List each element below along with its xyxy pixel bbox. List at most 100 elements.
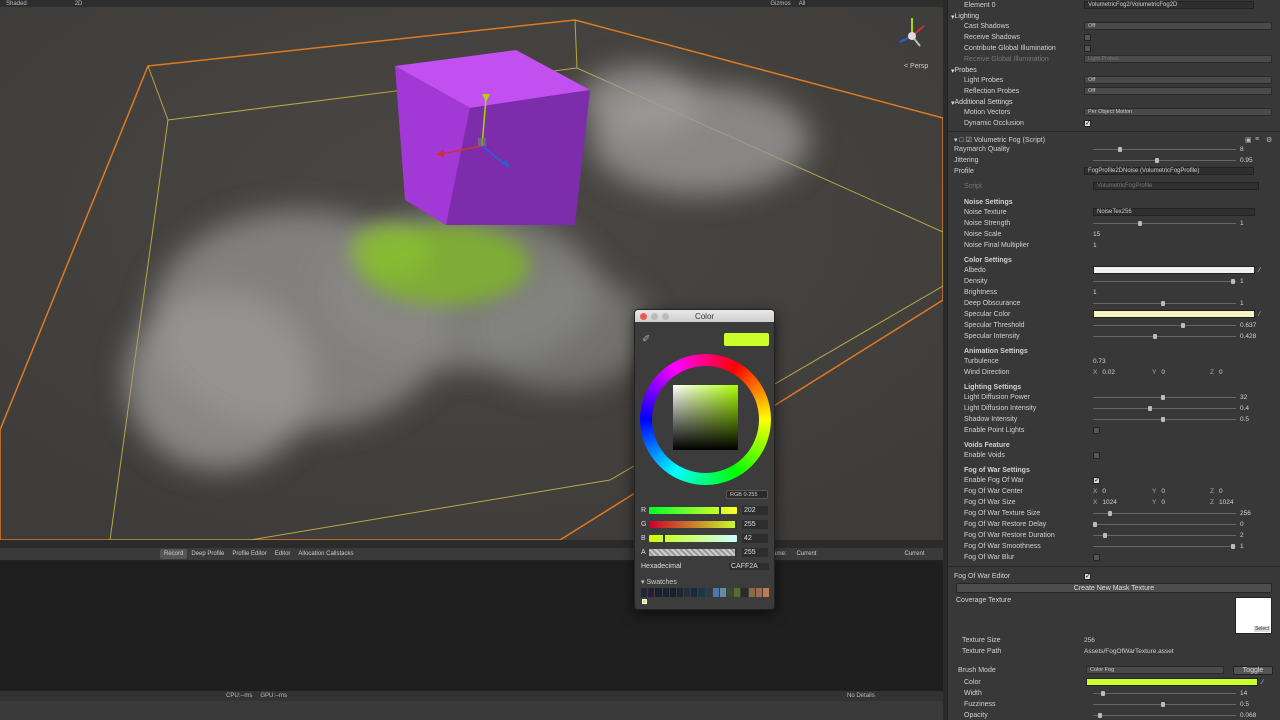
profiler-graph[interactable] xyxy=(0,561,943,691)
fow-center-y[interactable]: 0 xyxy=(1161,488,1165,495)
diffusion-power-slider[interactable] xyxy=(1093,395,1236,400)
shadow-intensity-value[interactable]: 0.5 xyxy=(1240,416,1249,423)
brush-eyedropper-icon[interactable]: ∕ xyxy=(1262,679,1263,686)
diffusion-power-value[interactable]: 32 xyxy=(1240,394,1247,401)
channel-b-value[interactable]: 42 xyxy=(742,533,768,543)
color-picker-window[interactable]: Color ✐ RGB 0-255 R 202 G 255 B 42 A 255… xyxy=(634,309,775,610)
raymarch-quality-slider[interactable] xyxy=(1093,147,1236,152)
swatches-label[interactable]: ▾ Swatches xyxy=(641,578,677,586)
fow-smoothness-slider[interactable] xyxy=(1093,544,1236,549)
brightness-value[interactable]: 1 xyxy=(1093,289,1097,296)
channel-g-value[interactable]: 255 xyxy=(742,519,768,529)
saturation-value-box[interactable] xyxy=(673,385,738,450)
specular-color-field[interactable] xyxy=(1093,310,1255,318)
brush-width-slider[interactable] xyxy=(1093,691,1236,696)
shading-mode-dropdown[interactable]: Shaded xyxy=(6,1,27,7)
mode-2d-toggle[interactable]: 2D xyxy=(75,1,83,7)
fow-size-x[interactable]: 1024 xyxy=(1102,499,1116,506)
diffusion-intensity-value[interactable]: 0.4 xyxy=(1240,405,1249,412)
fow-restore-duration-value[interactable]: 2 xyxy=(1240,532,1244,539)
fow-texture-size-value[interactable]: 256 xyxy=(1240,510,1251,517)
motion-vectors-dropdown[interactable]: Per Object Motion xyxy=(1084,108,1272,116)
create-mask-texture-button[interactable]: Create New Mask Texture xyxy=(956,583,1272,593)
specular-intensity-slider[interactable] xyxy=(1093,334,1236,339)
jittering-value[interactable]: 0.95 xyxy=(1240,157,1253,164)
deep-profile-button[interactable]: Deep Profile xyxy=(187,549,228,559)
albedo-color-field[interactable] xyxy=(1093,266,1255,274)
point-lights-checkbox[interactable] xyxy=(1093,427,1100,434)
diffusion-intensity-slider[interactable] xyxy=(1093,406,1236,411)
channel-a-slider[interactable] xyxy=(649,547,737,557)
current-swatch[interactable] xyxy=(642,599,647,604)
enable-voids-checkbox[interactable] xyxy=(1093,452,1100,459)
script-preset-icon[interactable]: ≡ xyxy=(1255,136,1259,143)
toggle-button[interactable]: Toggle xyxy=(1233,666,1273,675)
fow-editor-checkbox[interactable]: ✓ xyxy=(1084,573,1091,580)
noise-final-mult-value[interactable]: 1 xyxy=(1093,242,1097,249)
channel-r-value[interactable]: 202 xyxy=(742,505,768,515)
specular-threshold-slider[interactable] xyxy=(1093,323,1236,328)
receive-shadows-checkbox[interactable] xyxy=(1084,34,1091,41)
specular-threshold-value[interactable]: 0.637 xyxy=(1240,322,1256,329)
brush-opacity-slider[interactable] xyxy=(1093,713,1236,718)
record-button[interactable]: Record xyxy=(160,549,188,559)
script-help-icon[interactable]: ▣ xyxy=(1245,136,1252,144)
deep-obscurance-slider[interactable] xyxy=(1093,301,1236,306)
script-gear-icon[interactable]: ⚙ xyxy=(1266,136,1272,144)
fow-smoothness-value[interactable]: 1 xyxy=(1240,543,1244,550)
reflection-probes-dropdown[interactable]: Off xyxy=(1084,87,1272,95)
channel-a-value[interactable]: 255 xyxy=(742,547,768,557)
density-value[interactable]: 1 xyxy=(1240,278,1244,285)
noise-texture-field[interactable]: NoiseTex256 xyxy=(1093,208,1255,216)
noise-strength-slider[interactable] xyxy=(1093,221,1236,226)
shadow-intensity-slider[interactable] xyxy=(1093,417,1236,422)
noise-strength-value[interactable]: 1 xyxy=(1240,220,1244,227)
hex-input[interactable]: CAFF2A xyxy=(729,563,769,570)
editor-dropdown[interactable]: Editor xyxy=(271,549,295,559)
fow-center-x[interactable]: 0 xyxy=(1102,488,1106,495)
swatches-row[interactable] xyxy=(641,588,770,597)
close-icon[interactable] xyxy=(640,313,647,320)
specular-eyedropper-icon[interactable]: ∕ xyxy=(1259,311,1260,318)
contribute-gi-checkbox[interactable] xyxy=(1084,45,1091,52)
scene-view[interactable]: Shaded 2D Gizmos All < Persp xyxy=(0,0,943,540)
element0-field[interactable]: VolumetricFog2/VolumetricFog2D xyxy=(1084,1,1254,9)
no-details-dropdown[interactable]: No Details xyxy=(847,693,875,699)
wind-y[interactable]: 0 xyxy=(1161,369,1165,376)
eyedropper-icon[interactable]: ✐ xyxy=(642,334,654,346)
wind-z[interactable]: 0 xyxy=(1219,369,1223,376)
fow-restore-duration-slider[interactable] xyxy=(1093,533,1236,538)
fow-blur-checkbox[interactable] xyxy=(1093,554,1100,561)
brush-color-field[interactable] xyxy=(1086,678,1258,686)
brush-width-value[interactable]: 14 xyxy=(1240,690,1247,697)
enable-fow-checkbox[interactable]: ✓ xyxy=(1093,477,1100,484)
noise-scale-value[interactable]: 15 xyxy=(1093,231,1100,238)
channel-r-slider[interactable] xyxy=(649,505,737,515)
deep-obscurance-value[interactable]: 1 xyxy=(1240,300,1244,307)
dynamic-occlusion-checkbox[interactable]: ✓ xyxy=(1084,120,1091,127)
fow-restore-delay-slider[interactable] xyxy=(1093,522,1236,527)
select-texture-button[interactable]: Select xyxy=(1254,626,1270,632)
channel-g-slider[interactable] xyxy=(649,519,737,529)
fow-restore-delay-value[interactable]: 0 xyxy=(1240,521,1244,528)
color-picker-titlebar[interactable]: Color xyxy=(635,310,774,322)
jittering-slider[interactable] xyxy=(1093,158,1236,163)
specular-intensity-value[interactable]: 0.428 xyxy=(1240,333,1256,340)
brush-mode-dropdown[interactable]: Color Fog xyxy=(1086,666,1224,674)
fow-texture-size-slider[interactable] xyxy=(1093,511,1236,516)
allocation-callstacks-button[interactable]: Allocation Callstacks xyxy=(294,549,357,559)
raymarch-quality-value[interactable]: 8 xyxy=(1240,146,1244,153)
profile-field[interactable]: FogProfile2DNoise (VolumetricFogProfile) xyxy=(1084,167,1254,175)
wind-x[interactable]: 0.02 xyxy=(1102,369,1115,376)
brush-fuzziness-value[interactable]: 0.5 xyxy=(1240,701,1249,708)
color-mode-dropdown[interactable]: RGB 0-255 xyxy=(726,490,768,499)
coverage-texture-field[interactable]: Select xyxy=(1235,597,1272,634)
fow-center-z[interactable]: 0 xyxy=(1219,488,1223,495)
density-slider[interactable] xyxy=(1093,279,1236,284)
channel-b-slider[interactable] xyxy=(649,533,737,543)
fow-size-z[interactable]: 1024 xyxy=(1219,499,1233,506)
persp-label[interactable]: < Persp xyxy=(904,63,928,70)
current-frame-button[interactable]: Current xyxy=(904,551,924,557)
scene-canvas[interactable] xyxy=(0,0,943,540)
brush-fuzziness-slider[interactable] xyxy=(1093,702,1236,707)
